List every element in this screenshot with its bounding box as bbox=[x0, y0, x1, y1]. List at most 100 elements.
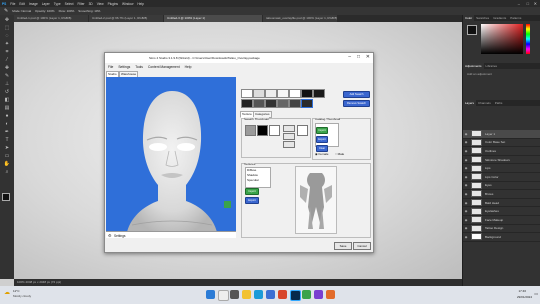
menu-view[interactable]: View bbox=[97, 2, 104, 6]
eye-icon[interactable]: ◉ bbox=[463, 192, 469, 196]
eye-icon[interactable]: ◉ bbox=[463, 183, 469, 187]
eye-icon[interactable]: ◉ bbox=[463, 149, 469, 153]
eye-icon[interactable]: ◉ bbox=[463, 158, 469, 162]
move-tool-icon[interactable]: ✥ bbox=[3, 17, 11, 23]
layer-row[interactable]: ◉ Bald Head bbox=[463, 199, 540, 208]
gradient-tool-icon[interactable]: ▤ bbox=[3, 105, 11, 111]
swatch-option-button[interactable] bbox=[283, 133, 295, 140]
swatch-thumb[interactable] bbox=[265, 99, 277, 108]
photoshop-icon[interactable] bbox=[290, 290, 301, 301]
menu-type[interactable]: Type bbox=[54, 2, 61, 6]
eye-icon[interactable]: ◉ bbox=[463, 132, 469, 136]
save-button[interactable]: Save bbox=[334, 242, 352, 250]
crop-tool-icon[interactable]: ⌗ bbox=[3, 49, 11, 55]
explorer-icon[interactable] bbox=[242, 290, 251, 299]
color-picker-field[interactable] bbox=[481, 24, 523, 54]
menu-plugins[interactable]: Plugins bbox=[108, 2, 118, 6]
brush-tool-icon[interactable]: ✎ bbox=[4, 8, 8, 14]
swatch-thumb[interactable] bbox=[253, 89, 265, 98]
layer-row[interactable]: ◉ Face Makeup bbox=[463, 216, 540, 225]
menu-help[interactable]: Help bbox=[137, 2, 144, 6]
layer-row[interactable]: ◉ Layer 1 bbox=[463, 130, 540, 139]
layer-row[interactable]: ◉ Skintone Shadows bbox=[463, 156, 540, 165]
swatch-thumb[interactable] bbox=[241, 99, 253, 108]
layer-row[interactable]: ◉ Eyelashes bbox=[463, 207, 540, 216]
eye-icon[interactable]: ◉ bbox=[463, 209, 469, 213]
blur-tool-icon[interactable]: ● bbox=[3, 113, 11, 119]
menu-3d[interactable]: 3D bbox=[89, 2, 93, 6]
foreground-swatch[interactable] bbox=[467, 25, 477, 35]
foreground-color-swatch[interactable] bbox=[2, 193, 10, 201]
option-smoothing[interactable]: Smoothing: 10% bbox=[78, 9, 100, 13]
notifications-icon[interactable]: ▭ bbox=[534, 291, 538, 296]
eye-icon[interactable]: ◉ bbox=[463, 226, 469, 230]
dialog-menu-content-management[interactable]: Content Management bbox=[148, 65, 180, 69]
eye-icon[interactable]: ◉ bbox=[463, 166, 469, 170]
menu-file[interactable]: File bbox=[10, 2, 15, 6]
layer-row[interactable]: ◉ Background bbox=[463, 233, 540, 242]
menu-select[interactable]: Select bbox=[65, 2, 74, 6]
brush-icon[interactable]: ✎ bbox=[3, 73, 11, 79]
app-icon[interactable] bbox=[314, 290, 323, 299]
hue-slider[interactable] bbox=[526, 24, 530, 54]
swatch-thumb[interactable] bbox=[253, 99, 265, 108]
texture-item-diffuse[interactable]: Diffuse bbox=[247, 168, 256, 172]
swatch-option-button[interactable] bbox=[283, 141, 295, 148]
clock-time[interactable]: 17:46 bbox=[518, 289, 526, 293]
document-tab[interactable]: tattoomask_overlayfile.psd @ 100% (Layer… bbox=[263, 15, 337, 22]
dialog-menu-help[interactable]: Help bbox=[185, 65, 192, 69]
option-flow[interactable]: Flow: 100% bbox=[59, 9, 75, 13]
start-icon[interactable] bbox=[206, 290, 215, 299]
tab-swatches[interactable]: Swatches bbox=[474, 15, 491, 21]
option-mode[interactable]: Mode: Normal bbox=[12, 9, 31, 13]
stamp-tool-icon[interactable]: ⊥ bbox=[3, 81, 11, 87]
eye-icon[interactable]: ◉ bbox=[463, 235, 469, 239]
maximize-icon[interactable]: □ bbox=[527, 1, 529, 6]
tab-libraries[interactable]: Libraries bbox=[484, 63, 500, 69]
pen-tool-icon[interactable]: ✒ bbox=[3, 129, 11, 135]
menu-edit[interactable]: Edit bbox=[19, 2, 25, 6]
menu-ps-logo[interactable]: PS bbox=[2, 2, 6, 6]
layer-row[interactable]: ◉ Color Base Set bbox=[463, 138, 540, 148]
dialog-close-icon[interactable]: ✕ bbox=[366, 55, 370, 60]
tab-gradients[interactable]: Gradients bbox=[491, 15, 508, 21]
minimize-icon[interactable]: – bbox=[518, 1, 520, 6]
marquee-tool-icon[interactable]: ⬚ bbox=[3, 25, 11, 31]
tab-patterns[interactable]: Patterns bbox=[508, 15, 523, 21]
dialog-menu-tools[interactable]: Tools bbox=[135, 65, 143, 69]
search-icon[interactable] bbox=[218, 290, 229, 301]
swatch-thumb[interactable] bbox=[313, 89, 325, 98]
weather-icon[interactable]: ☁ bbox=[4, 289, 10, 296]
tab-color[interactable]: Color bbox=[463, 15, 475, 21]
texture-item-shadow[interactable]: Shadow bbox=[247, 173, 258, 177]
history-brush-icon[interactable]: ↺ bbox=[3, 89, 11, 95]
healing-tool-icon[interactable]: ✚ bbox=[3, 65, 11, 71]
menu-image[interactable]: Image bbox=[29, 2, 38, 6]
tab-adjustments[interactable]: Adjustments bbox=[463, 63, 484, 69]
model-preview[interactable]: ⚙ Settings bbox=[106, 77, 236, 238]
option-opacity[interactable]: Opacity: 100% bbox=[35, 9, 55, 13]
swatch-thumb[interactable] bbox=[277, 99, 289, 108]
zoom-tool-icon[interactable]: ⌕ bbox=[3, 169, 11, 175]
layer-row[interactable]: ◉ Lips Color bbox=[463, 173, 540, 182]
settings-gear-icon[interactable]: ⚙ bbox=[108, 233, 112, 238]
layer-row[interactable]: ◉ Brows bbox=[463, 190, 540, 199]
dialog-minimize-icon[interactable]: – bbox=[348, 55, 351, 60]
eraser-icon[interactable]: ◧ bbox=[3, 97, 11, 103]
clock-date[interactable]: 29/01/2024 bbox=[517, 295, 532, 299]
gender-male-radio[interactable]: ○ Male bbox=[335, 152, 344, 156]
menu-layer[interactable]: Layer bbox=[42, 2, 50, 6]
texture-export-button[interactable]: Export bbox=[245, 197, 259, 204]
texture-item-specular[interactable]: Specular bbox=[247, 178, 259, 182]
path-select-icon[interactable]: ➤ bbox=[3, 145, 11, 151]
settings-label[interactable]: Settings bbox=[114, 234, 126, 238]
layer-row[interactable]: ◉ Eyes bbox=[463, 181, 540, 191]
remove-swatch-button[interactable]: Remove Swatch bbox=[343, 100, 370, 107]
mail-icon[interactable] bbox=[278, 290, 287, 299]
swatch-thumb[interactable] bbox=[265, 89, 277, 98]
edge-icon[interactable] bbox=[254, 290, 263, 299]
swatch-thumb-selected[interactable] bbox=[301, 99, 313, 108]
gender-female-radio[interactable]: ◉ Female bbox=[315, 152, 328, 156]
document-tab[interactable]: Untitled-1.psd @ 100% (Layer 1, RGB/8) bbox=[14, 15, 88, 22]
catalog-import-button[interactable]: Import bbox=[316, 127, 328, 134]
